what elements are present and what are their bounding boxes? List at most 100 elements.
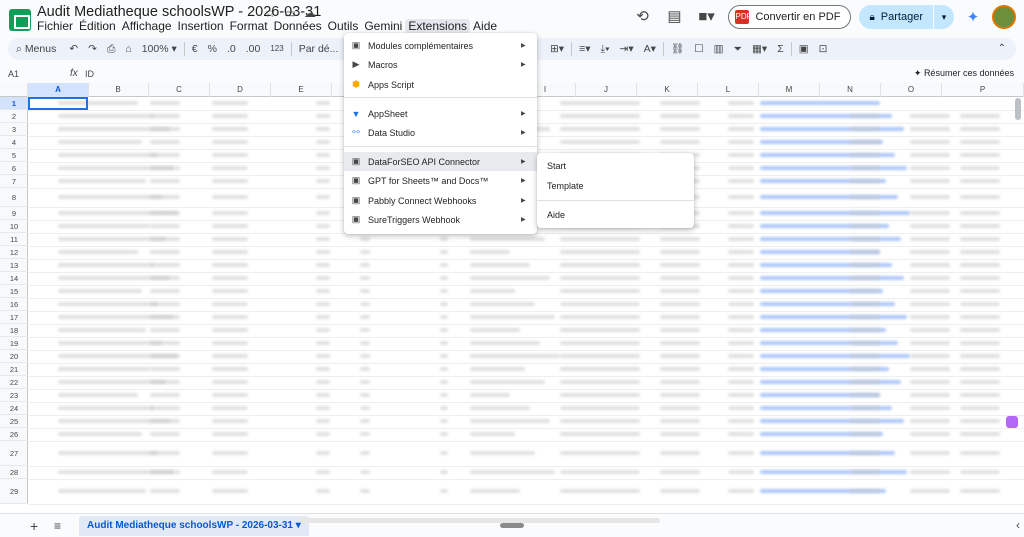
text-rotation-icon[interactable]: A▾ [639,38,661,60]
column-header-e[interactable]: E [271,83,332,97]
decrease-decimal-button[interactable]: .0 [222,38,241,60]
redo-icon[interactable]: ↷ [83,38,102,60]
row-header-6[interactable]: 6 [0,162,28,175]
paint-format-icon[interactable]: ⌂ [120,38,136,60]
row-header-4[interactable]: 4 [0,136,28,149]
row-header-3[interactable]: 3 [0,123,28,136]
menu-outils[interactable]: Outils [325,19,362,33]
menu-extensions[interactable]: Extensions [405,19,471,33]
row-header-21[interactable]: 21 [0,363,28,376]
convert-pdf-button[interactable]: PDF Convertir en PDF [728,5,852,29]
insert-comment-icon[interactable]: ☐ [689,38,708,60]
column-header-m[interactable]: M [759,83,820,97]
link-icon[interactable]: ⛓ [666,38,689,60]
sheet-tab[interactable]: Audit Mediatheque schoolsWP - 2026-03-31… [79,516,309,536]
row-header-26[interactable]: 26 [0,428,28,441]
menu-item-pabbly[interactable]: ▣ Pabbly Connect Webhooks ▶ [344,191,537,210]
menu-donnees[interactable]: Données [271,19,325,33]
menu-format[interactable]: Format [227,19,271,33]
scrollbar-thumb[interactable] [500,523,524,528]
row-header-20[interactable]: 20 [0,350,28,363]
select-all-corner[interactable] [0,83,28,97]
merge-cells-icon[interactable]: ⊞▾ [545,38,569,60]
menu-insertion[interactable]: Insertion [175,19,227,33]
functions-icon[interactable]: Σ [772,38,789,60]
align-horizontal-icon[interactable]: ≡▾ [574,38,595,60]
avatar[interactable] [992,5,1016,29]
menu-item-suretriggers[interactable]: ▣ SureTriggers Webhook ▶ [344,210,537,229]
row-header-22[interactable]: 22 [0,376,28,389]
meet-icon[interactable]: ■▾ [694,5,718,29]
summarize-data-button[interactable]: ✦ Résumer ces données [914,68,1014,79]
add-sheet-icon[interactable]: + [30,518,38,534]
print-icon[interactable]: ⎙ [102,38,120,60]
row-header-27[interactable]: 27 [0,441,28,466]
extension-icon-2[interactable]: ⊡ [814,38,833,60]
row-header-24[interactable]: 24 [0,402,28,415]
menu-item-data-studio[interactable]: ⚯ Data Studio ▶ [344,123,537,142]
text-wrap-icon[interactable]: ⇥▾ [615,38,639,60]
row-header-29[interactable]: 29 [0,479,28,504]
column-header-k[interactable]: K [637,83,698,97]
row-header-9[interactable]: 9 [0,207,28,220]
menu-item-macros[interactable]: ▶ Macros ▶ [344,55,537,74]
column-header-p[interactable]: P [942,83,1024,97]
menu-item-gpt-for-sheets[interactable]: ▣ GPT for Sheets™ and Docs™ ▶ [344,171,537,190]
row-header-7[interactable]: 7 [0,175,28,188]
row-header-23[interactable]: 23 [0,389,28,402]
row-header-17[interactable]: 17 [0,311,28,324]
row-header-25[interactable]: 25 [0,415,28,428]
row-header-2[interactable]: 2 [0,110,28,123]
horizontal-scrollbar[interactable] [300,518,660,523]
number-format-button[interactable]: 123 [265,38,288,60]
submenu-item-start[interactable]: Start [547,161,566,173]
selected-cell-a1[interactable] [28,97,88,110]
name-box[interactable]: A1 [8,69,19,79]
row-header-10[interactable]: 10 [0,220,28,233]
menu-item-appsheet[interactable]: ▼ AppSheet ▶ [344,104,537,123]
zoom-select[interactable]: 100% ▾ [137,38,182,60]
gemini-icon[interactable]: ✦ [962,8,984,26]
all-sheets-icon[interactable]: ≡ [54,519,61,533]
menus-search[interactable]: ⌕ Menus [8,38,64,60]
history-icon[interactable]: ⟲ [630,5,654,29]
menu-item-dataforseo[interactable]: ▣ DataForSEO API Connector ▶ [344,152,537,171]
extension-icon-1[interactable]: ▣ [794,38,814,60]
row-header-16[interactable]: 16 [0,298,28,311]
currency-button[interactable]: € [187,38,203,60]
menu-gemini[interactable]: Gemini [361,19,405,33]
font-select[interactable]: Par dé... [294,38,344,60]
share-button[interactable]: 🔒︎ Partager [859,5,933,29]
vertical-scrollbar[interactable] [1015,98,1021,120]
align-vertical-icon[interactable]: ⤓▾ [595,38,614,60]
row-header-19[interactable]: 19 [0,337,28,350]
sheets-logo-icon[interactable] [9,9,31,31]
row-header-12[interactable]: 12 [0,246,28,259]
column-header-l[interactable]: L [698,83,759,97]
row-header-11[interactable]: 11 [0,233,28,246]
undo-icon[interactable]: ↶ [64,38,83,60]
column-header-a[interactable]: A [28,83,89,97]
formula-input[interactable]: ID [85,69,94,79]
menu-aide[interactable]: Aide [470,19,500,33]
row-header-14[interactable]: 14 [0,272,28,285]
menu-item-apps-script[interactable]: ⬢ Apps Script [344,75,537,94]
row-header-8[interactable]: 8 [0,188,28,207]
filter-views-icon[interactable]: ▦▾ [747,38,772,60]
column-header-n[interactable]: N [820,83,881,97]
increase-decimal-button[interactable]: .00 [241,38,266,60]
column-header-j[interactable]: J [576,83,637,97]
row-header-1[interactable]: 1 [0,97,28,110]
filter-icon[interactable]: ⏷ [729,38,747,60]
row-header-13[interactable]: 13 [0,259,28,272]
column-header-b[interactable]: B [88,83,149,97]
column-header-c[interactable]: C [149,83,210,97]
collapse-side-icon[interactable]: ‹ [1016,518,1020,532]
menu-item-addons[interactable]: ▣ Modules complémentaires ▶ [344,36,537,55]
percent-button[interactable]: % [203,38,222,60]
side-panel-icon[interactable] [1006,416,1018,428]
column-header-d[interactable]: D [210,83,271,97]
insert-chart-icon[interactable]: ▥ [709,38,729,60]
row-header-5[interactable]: 5 [0,149,28,162]
menu-affichage[interactable]: Affichage [119,19,175,33]
